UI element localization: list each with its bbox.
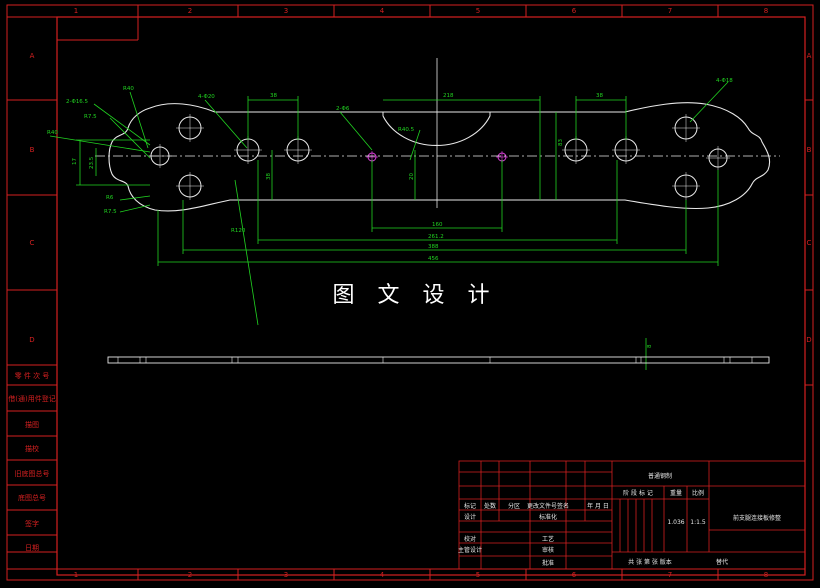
dim-r75-bottom: R7.5 xyxy=(104,209,117,215)
dim-w-160: 160 xyxy=(432,222,443,228)
title-sheet: 共 张 第 张 版本 xyxy=(628,558,672,566)
centerlines xyxy=(95,58,780,208)
dim-h-38: 38 xyxy=(266,173,272,180)
col-label-bottom-4: 4 xyxy=(380,571,385,579)
dim-holes-4r: 4-Φ18 xyxy=(716,78,733,84)
dim-h-left: 17 xyxy=(72,158,78,165)
title-material: 普通钢制 xyxy=(648,472,672,480)
strip-cell-3: 描校 xyxy=(25,444,39,453)
dim-w-456: 456 xyxy=(428,256,439,262)
col-label-top-1: 1 xyxy=(74,7,78,15)
strip-cell-6: 签字 xyxy=(25,519,39,528)
title-h-count: 处数 xyxy=(484,502,496,510)
title-r-check: 校对 xyxy=(464,535,476,543)
title-weight-h: 重量 xyxy=(670,489,682,497)
dim-center-w: 218 xyxy=(443,93,454,99)
title-scale: 1:1.5 xyxy=(690,519,706,526)
col-label-top-7: 7 xyxy=(668,7,672,15)
title-weight: 1.036 xyxy=(667,519,684,526)
drawing-canvas: 1 1 2 2 3 3 4 4 5 5 6 6 7 7 8 8 A B C D A B C D 零 件 次 号… xyxy=(0,0,820,584)
dim-hole-tl: 2-Φ16.5 xyxy=(66,99,89,105)
col-label-top-3: 3 xyxy=(284,7,288,15)
row-label-c-right: C xyxy=(807,239,812,247)
row-label-a-right: A xyxy=(807,52,812,60)
holes-group xyxy=(148,114,730,200)
col-label-bottom-2: 2 xyxy=(188,571,192,579)
part-side-view xyxy=(107,356,770,364)
dim-w-2612: 261.2 xyxy=(428,234,444,240)
title-h-zone: 分区 xyxy=(508,502,520,510)
dim-r40-top: R40 xyxy=(123,86,134,92)
dim-h-20: 20 xyxy=(409,173,415,180)
strip-title: 零 件 次 号 xyxy=(15,371,50,380)
title-block: 普通钢制 前支腿连接板修整 标记 处数 分区 更改文件号签名 年 月 日 设计 … xyxy=(458,460,806,570)
col-label-bottom-5: 5 xyxy=(476,571,480,579)
title-r-chief: 主管设计 xyxy=(458,546,482,554)
dim-holes-2: 2-Φ6 xyxy=(336,106,350,112)
row-label-d: D xyxy=(29,336,34,344)
row-label-d-right: D xyxy=(806,336,811,344)
dim-thickness: 8 xyxy=(647,344,653,348)
title-r-design: 设计 xyxy=(464,513,476,521)
dim-h-83: 83 xyxy=(558,139,564,146)
row-label-b: B xyxy=(30,146,35,154)
title-h-doc: 更改文件号签名 xyxy=(527,502,569,510)
title-r2-proc: 工艺 xyxy=(542,535,554,543)
col-label-top-8: 8 xyxy=(764,7,768,15)
part-plan-view xyxy=(108,102,771,212)
col-label-bottom-3: 3 xyxy=(284,571,288,579)
col-label-bottom-8: 8 xyxy=(764,571,768,579)
title-replace: 替代 xyxy=(716,558,728,566)
dim-h-left2: 23.5 xyxy=(89,156,95,169)
dim-arc-r: R40.5 xyxy=(398,127,415,133)
strip-cell-1: 借(通)用件登记 xyxy=(8,394,55,403)
title-h-date: 年 月 日 xyxy=(587,502,609,510)
strip-cell-7: 日期 xyxy=(25,544,39,552)
dim-w-388: 388 xyxy=(428,244,439,250)
col-label-bottom-6: 6 xyxy=(572,571,577,579)
row-label-c: C xyxy=(30,239,35,247)
dim-r40-left: R40 xyxy=(47,130,58,136)
col-label-top-6: 6 xyxy=(572,7,577,15)
row-label-a: A xyxy=(30,52,35,60)
title-r2-review: 审核 xyxy=(542,546,554,554)
strip-cell-2: 描图 xyxy=(25,420,39,429)
col-label-top-5: 5 xyxy=(476,7,480,15)
col-label-bottom-1: 1 xyxy=(74,571,78,579)
title-r2-approve: 批准 xyxy=(542,559,554,567)
title-part-name: 前支腿连接板修整 xyxy=(733,514,781,522)
dim-holes-4: 4-Φ20 xyxy=(198,94,215,100)
row-label-b-right: B xyxy=(807,146,812,154)
title-r2-std: 标准化 xyxy=(539,513,557,521)
title-h-mark: 标记 xyxy=(464,502,476,510)
col-label-top-2: 2 xyxy=(188,7,192,15)
left-record-strip: 零 件 次 号 借(通)用件登记 描图 描校 旧底图总号 底图总号 签字 日期 xyxy=(6,364,58,570)
watermark-title: 图 文 设 计 xyxy=(333,283,498,308)
col-label-bottom-7: 7 xyxy=(668,571,672,579)
dim-r6: R6 xyxy=(106,195,114,201)
col-label-top-4: 4 xyxy=(380,7,385,15)
dim-r120: R120 xyxy=(231,228,246,234)
title-stage: 阶 段 标 记 xyxy=(623,489,653,497)
strip-cell-4: 旧底图总号 xyxy=(15,469,50,478)
dim-pitch-a: 38 xyxy=(270,93,277,99)
dim-pitch-b: 38 xyxy=(596,93,603,99)
title-scale-h: 比例 xyxy=(692,489,704,497)
dim-r75-top: R7.5 xyxy=(84,114,97,120)
strip-cell-5: 底图总号 xyxy=(18,493,46,502)
